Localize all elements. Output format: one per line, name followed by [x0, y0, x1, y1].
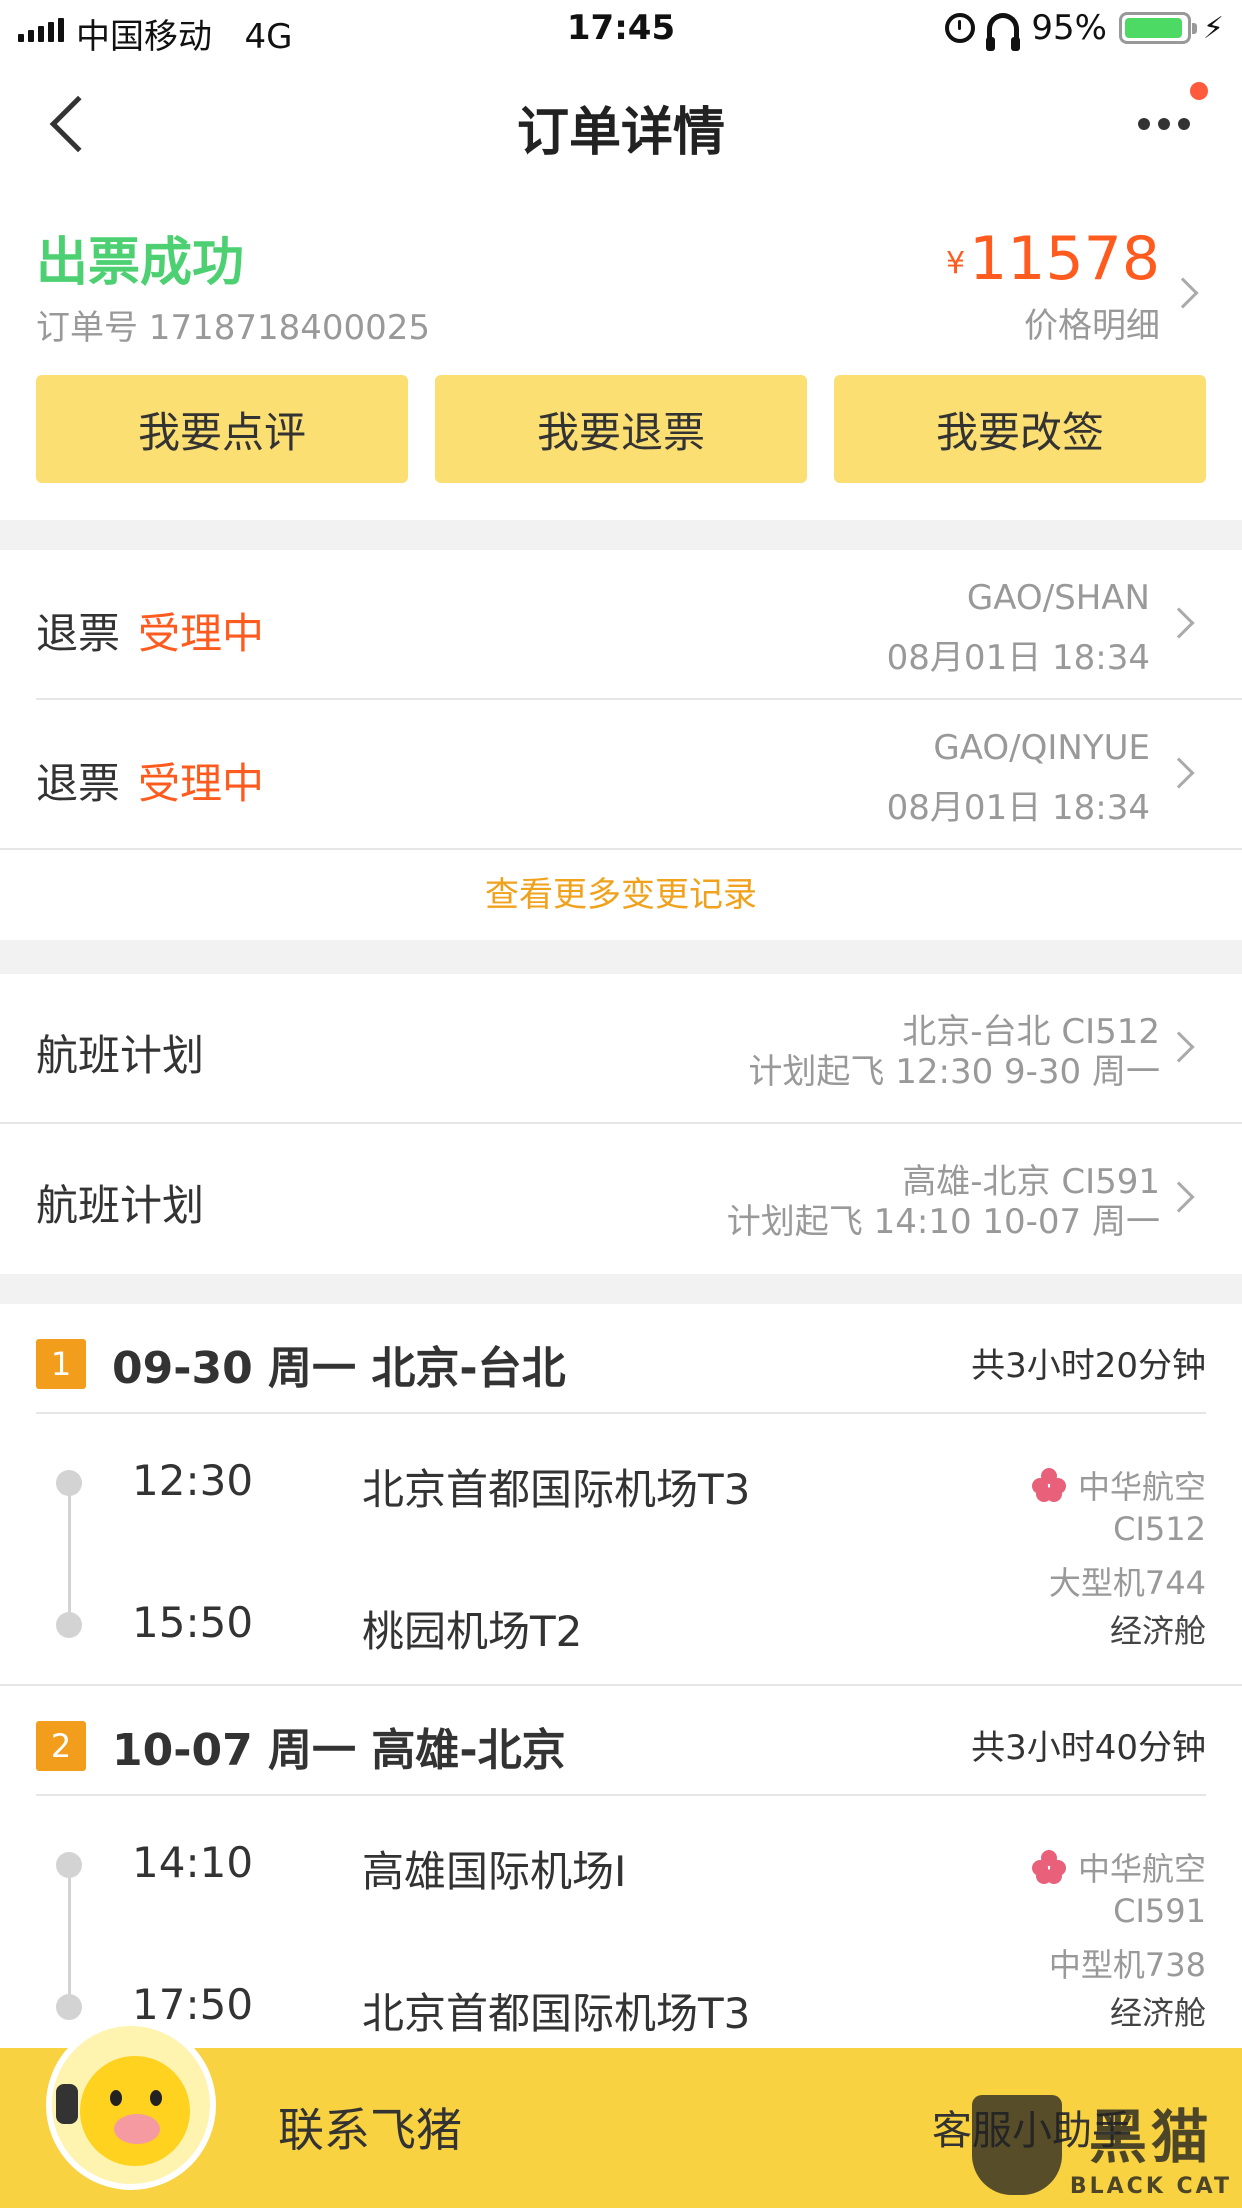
flight-plan-time: 计划起飞 12:30 9-30 周一 — [748, 1052, 1160, 1092]
flight-plan-row[interactable]: 航班计划 高雄-北京 CI591 计划起飞 14:10 10-07 周一 — [0, 1124, 1242, 1272]
section-gap — [0, 520, 1242, 550]
plum-blossom-logo-icon — [1031, 1468, 1066, 1502]
flight-number: CI591 — [1113, 1892, 1206, 1930]
order-summary: 出票成功 订单号 1718718400025 ¥11578 价格明细 我要点评 … — [0, 190, 1242, 520]
chevron-right-icon[interactable] — [1167, 277, 1199, 309]
refund-time: 08月01日 18:34 — [886, 638, 1150, 678]
segment-index-badge: 1 — [36, 1339, 86, 1389]
watermark-cn: 黑猫 — [1088, 2103, 1213, 2171]
segment-title: 09-30 周一 北京-台北 — [112, 1343, 566, 1394]
segment-header: 1 09-30 周一 北京-台北 — [36, 1332, 566, 1396]
flight-plan-label: 航班计划 — [36, 1031, 205, 1080]
arrive-airport: 北京首都国际机场T3 — [362, 1989, 751, 2038]
aircraft-type: 中型机738 — [1048, 1946, 1206, 1984]
segment-index-badge: 2 — [36, 1721, 86, 1771]
airline-name: 中华航空 — [1077, 1468, 1206, 1506]
cabin-class: 经济舱 — [1109, 1612, 1206, 1650]
headset-icon — [56, 2084, 78, 2124]
section-gap — [0, 940, 1242, 974]
price-detail-link[interactable]: 价格明细 — [1024, 298, 1160, 347]
flight-segment: 2 10-07 周一 高雄-北京 共3小时40分钟 14:10 高雄国际机场I … — [0, 1686, 1242, 2048]
flight-number: CI512 — [1113, 1510, 1206, 1548]
ticket-status: 出票成功 — [36, 233, 245, 293]
depart-time: 12:30 — [132, 1456, 254, 1505]
cat-logo-icon — [971, 2094, 1062, 2195]
flight-plan-row[interactable]: 航班计划 北京-台北 CI512 计划起飞 12:30 9-30 周一 — [0, 974, 1242, 1122]
chevron-right-icon — [1163, 1031, 1195, 1063]
nav-bar: 订单详情 — [0, 60, 1242, 190]
mascot-avatar[interactable] — [46, 2020, 216, 2190]
refund-row[interactable]: 退票 受理中 GAO/QINYUE 08月01日 18:34 — [0, 700, 1242, 850]
flight-segment: 1 09-30 周一 北京-台北 共3小时20分钟 12:30 北京首都国际机场… — [0, 1304, 1242, 1684]
airline-name: 中华航空 — [1077, 1850, 1206, 1888]
refund-label: 退票 受理中 — [36, 609, 265, 658]
cabin-class: 经济舱 — [1109, 1994, 1206, 2032]
timeline-line — [68, 1866, 71, 2006]
action-buttons: 我要点评 我要退票 我要改签 — [36, 375, 1206, 483]
chevron-right-icon — [1163, 607, 1195, 639]
change-button[interactable]: 我要改签 — [834, 375, 1206, 483]
depart-airport: 高雄国际机场I — [362, 1847, 627, 1896]
pig-face-icon — [80, 2056, 190, 2166]
segment-duration: 共3小时20分钟 — [971, 1346, 1206, 1386]
review-button[interactable]: 我要点评 — [36, 375, 408, 483]
aircraft-type: 大型机744 — [1048, 1564, 1206, 1602]
battery-percent: 95% — [1031, 8, 1107, 48]
more-changes-link[interactable]: 查看更多变更记录 — [0, 850, 1242, 940]
passenger-name: GAO/SHAN — [966, 578, 1150, 618]
timeline-dot — [56, 1612, 82, 1638]
passenger-name: GAO/QINYUE — [933, 728, 1150, 768]
arrive-time: 15:50 — [132, 1598, 254, 1647]
chevron-right-icon — [1163, 1181, 1195, 1213]
chevron-right-icon — [1163, 757, 1195, 789]
segment-duration: 共3小时40分钟 — [971, 1728, 1206, 1768]
refund-row[interactable]: 退票 受理中 GAO/SHAN 08月01日 18:34 — [0, 550, 1242, 700]
section-gap — [0, 1274, 1242, 1304]
charging-icon: ⚡ — [1202, 10, 1224, 46]
divider — [36, 1412, 1206, 1414]
status-right: 95% ⚡ — [945, 8, 1224, 51]
status-bar: 中国移动 4G 17:45 95% ⚡ — [0, 0, 1242, 60]
watermark-en: BLACK CAT — [1069, 2174, 1232, 2199]
refund-status: 受理中 — [138, 609, 265, 658]
depart-time: 14:10 — [132, 1838, 254, 1887]
price-amount: 11578 — [969, 224, 1160, 294]
headphone-icon — [986, 13, 1021, 51]
timeline-line — [68, 1484, 71, 1624]
flight-plan-label: 航班计划 — [36, 1181, 205, 1230]
depart-airport: 北京首都国际机场T3 — [362, 1465, 751, 1514]
airline: 中华航空 — [1031, 1462, 1206, 1508]
refund-time: 08月01日 18:34 — [886, 788, 1150, 828]
battery-icon — [1118, 12, 1197, 44]
alarm-icon — [945, 13, 976, 43]
flight-plan-time: 计划起飞 14:10 10-07 周一 — [726, 1202, 1160, 1242]
more-dots-icon[interactable] — [1138, 118, 1190, 130]
page-title: 订单详情 — [516, 103, 725, 163]
refund-status: 受理中 — [138, 759, 265, 808]
order-number: 订单号 1718718400025 — [36, 308, 431, 348]
timeline-dot — [56, 1994, 82, 2020]
airline: 中华航空 — [1031, 1844, 1206, 1890]
refund-label: 退票 受理中 — [36, 759, 265, 808]
contact-label[interactable]: 联系飞猪 — [278, 2094, 462, 2160]
segment-header: 2 10-07 周一 高雄-北京 — [36, 1714, 566, 1778]
divider — [36, 1794, 1206, 1796]
currency-symbol: ¥ — [946, 246, 966, 281]
refund-button[interactable]: 我要退票 — [435, 375, 807, 483]
notification-dot — [1190, 82, 1208, 100]
arrive-airport: 桃园机场T2 — [362, 1607, 583, 1656]
plum-blossom-logo-icon — [1031, 1850, 1066, 1884]
segment-title: 10-07 周一 高雄-北京 — [112, 1725, 566, 1776]
watermark-logo: 黑猫 BLACK CAT — [971, 2090, 1232, 2199]
price-total[interactable]: ¥11578 — [946, 224, 1160, 294]
